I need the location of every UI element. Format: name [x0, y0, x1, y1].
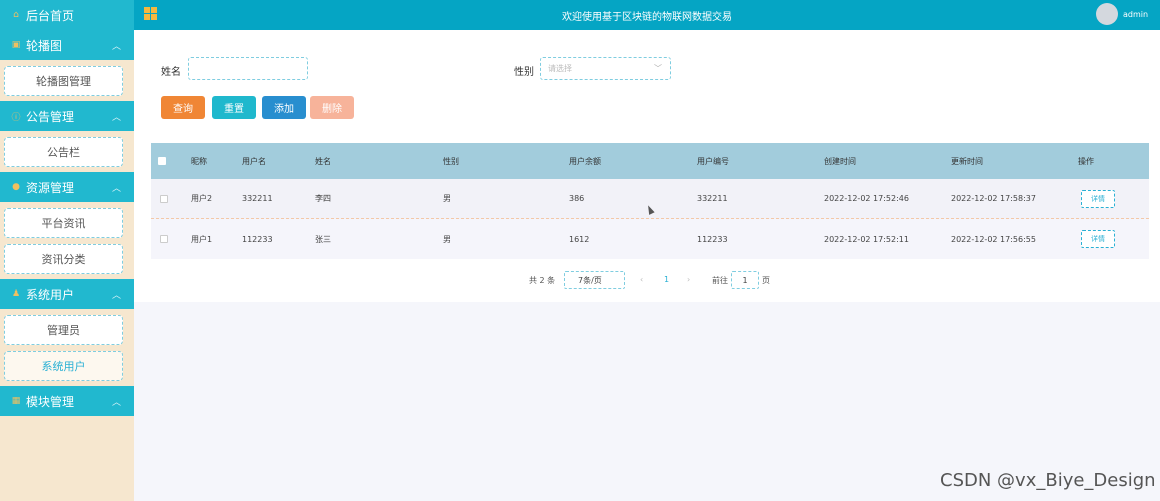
sidebar-item-platform-news[interactable]: 平台资讯 [4, 208, 123, 238]
cell-created: 2022-12-02 17:52:46 [824, 194, 909, 203]
avatar[interactable] [1096, 3, 1118, 25]
reset-button[interactable]: 重置 [212, 96, 256, 119]
table-header-cell: 用户名 [242, 156, 266, 166]
sidebar-group-label: 资源管理 [26, 180, 75, 195]
sidebar-group-carousel[interactable]: ▣ 轮播图 ︿ [0, 30, 134, 60]
topbar: 欢迎使用基于区块链的物联网数据交易 admin [134, 0, 1160, 30]
sidebar-group-resource[interactable]: ● 资源管理 ︿ [0, 172, 134, 202]
table-header-cell: 更新时间 [951, 156, 983, 166]
image-icon: ▣ [11, 40, 21, 50]
query-button[interactable]: 查询 [161, 96, 205, 119]
watermark: CSDN @vx_Biye_Design [940, 470, 1156, 491]
chevron-up-icon: ︿ [112, 112, 122, 123]
sidebar-group-label: 轮播图 [26, 38, 63, 53]
pagination: 共 2 条 7条/页 ‹ 1 › 前往 1 页 [134, 271, 1160, 291]
row-checkbox[interactable] [160, 194, 168, 203]
detail-button[interactable]: 详情 [1081, 230, 1115, 248]
username[interactable]: admin [1123, 10, 1148, 19]
info-icon: ⓘ [11, 112, 21, 123]
table-header-cell: 用户余额 [569, 156, 601, 166]
cell-balance: 386 [569, 194, 585, 203]
sidebar-item-notice-board[interactable]: 公告栏 [4, 137, 123, 167]
page-size-select[interactable]: 7条/页 [564, 271, 625, 289]
goto-page-input[interactable]: 1 [731, 271, 759, 289]
sidebar-home-label: 后台首页 [26, 8, 75, 23]
main-content: 姓名 性别 请选择 ﹀ 查询 重置 添加 删除 昵称 用户名 姓名 性别 用户余… [134, 30, 1160, 302]
table-header-cell: 姓名 [315, 156, 331, 166]
cell-created: 2022-12-02 17:52:11 [824, 234, 909, 244]
cell-balance: 1612 [569, 234, 590, 244]
sidebar-item-system-user[interactable]: 系统用户 [4, 351, 123, 381]
table-header-cell: 用户编号 [697, 156, 729, 166]
chevron-down-icon: ﹀ [654, 64, 662, 73]
page-unit-label: 页 [762, 276, 770, 285]
add-button[interactable]: 添加 [262, 96, 306, 119]
table-header-cell: 创建时间 [824, 156, 856, 166]
gender-label: 性别 [514, 67, 534, 78]
sidebar-home[interactable]: ⌂ 后台首页 [0, 0, 134, 30]
cell-gender: 男 [443, 234, 451, 244]
cell-updated: 2022-12-02 17:58:37 [951, 194, 1036, 203]
home-icon: ⌂ [13, 10, 19, 20]
gender-select-placeholder: 请选择 [548, 64, 572, 73]
cell-name: 李四 [315, 194, 331, 203]
goto-label: 前往 [712, 276, 728, 285]
name-label: 姓名 [161, 67, 181, 78]
cell-user-no: 332211 [697, 194, 728, 203]
table-header-cell: 操作 [1078, 156, 1094, 166]
name-input[interactable] [188, 57, 308, 80]
cell-user-no: 112233 [697, 234, 728, 244]
cell-username: 112233 [242, 234, 273, 244]
row-checkbox[interactable] [160, 235, 168, 243]
page-size-value: 7条/页 [578, 275, 602, 285]
cell-gender: 男 [443, 194, 451, 203]
table-header-row: 昵称 用户名 姓名 性别 用户余额 用户编号 创建时间 更新时间 操作 [151, 143, 1149, 179]
cell-updated: 2022-12-02 17:56:55 [951, 234, 1036, 244]
user-table: 昵称 用户名 姓名 性别 用户余额 用户编号 创建时间 更新时间 操作 用户2 … [151, 143, 1149, 259]
chevron-up-icon: ︿ [112, 290, 122, 301]
next-page-icon[interactable]: › [687, 275, 690, 284]
sidebar-item-admin[interactable]: 管理员 [4, 315, 123, 345]
current-page[interactable]: 1 [664, 275, 669, 284]
sidebar-group-notice[interactable]: ⓘ 公告管理 ︿ [0, 101, 134, 131]
sidebar-group-system-user[interactable]: ♟ 系统用户 ︿ [0, 279, 134, 309]
prev-page-icon[interactable]: ‹ [640, 275, 643, 284]
chevron-up-icon: ︿ [112, 397, 122, 408]
sidebar-group-label: 公告管理 [26, 109, 75, 124]
location-icon: ● [12, 182, 20, 192]
chevron-up-icon: ︿ [112, 183, 122, 194]
page-title: 欢迎使用基于区块链的物联网数据交易 [562, 12, 732, 23]
table-header-cell: 昵称 [191, 156, 207, 166]
cell-name: 张三 [315, 234, 331, 244]
cell-nickname: 用户1 [191, 234, 213, 244]
sidebar: ⌂ 后台首页 ▣ 轮播图 ︿ 轮播图管理 ⓘ 公告管理 ︿ 公告栏 ● 资源管理… [0, 0, 134, 501]
sidebar-group-label: 系统用户 [26, 287, 75, 302]
gender-select[interactable]: 请选择 ﹀ [540, 57, 671, 80]
sidebar-item-news-category[interactable]: 资讯分类 [4, 244, 123, 274]
cell-username: 332211 [242, 194, 273, 203]
select-all-checkbox[interactable] [158, 157, 166, 165]
cell-nickname: 用户2 [191, 194, 213, 203]
detail-button[interactable]: 详情 [1081, 189, 1115, 208]
chevron-up-icon: ︿ [112, 41, 122, 52]
sidebar-group-module[interactable]: ▦ 模块管理 ︿ [0, 386, 134, 416]
sidebar-group-label: 模块管理 [26, 394, 75, 409]
sidebar-item-carousel-manage[interactable]: 轮播图管理 [4, 66, 123, 96]
module-icon: ▦ [11, 396, 21, 406]
pagination-total: 共 2 条 [529, 276, 556, 285]
delete-button[interactable]: 删除 [310, 96, 354, 119]
table-header-cell: 性别 [443, 156, 459, 166]
table-row: 用户1 112233 张三 男 1612 112233 2022-12-02 1… [151, 219, 1149, 259]
user-icon: ♟ [11, 289, 21, 299]
